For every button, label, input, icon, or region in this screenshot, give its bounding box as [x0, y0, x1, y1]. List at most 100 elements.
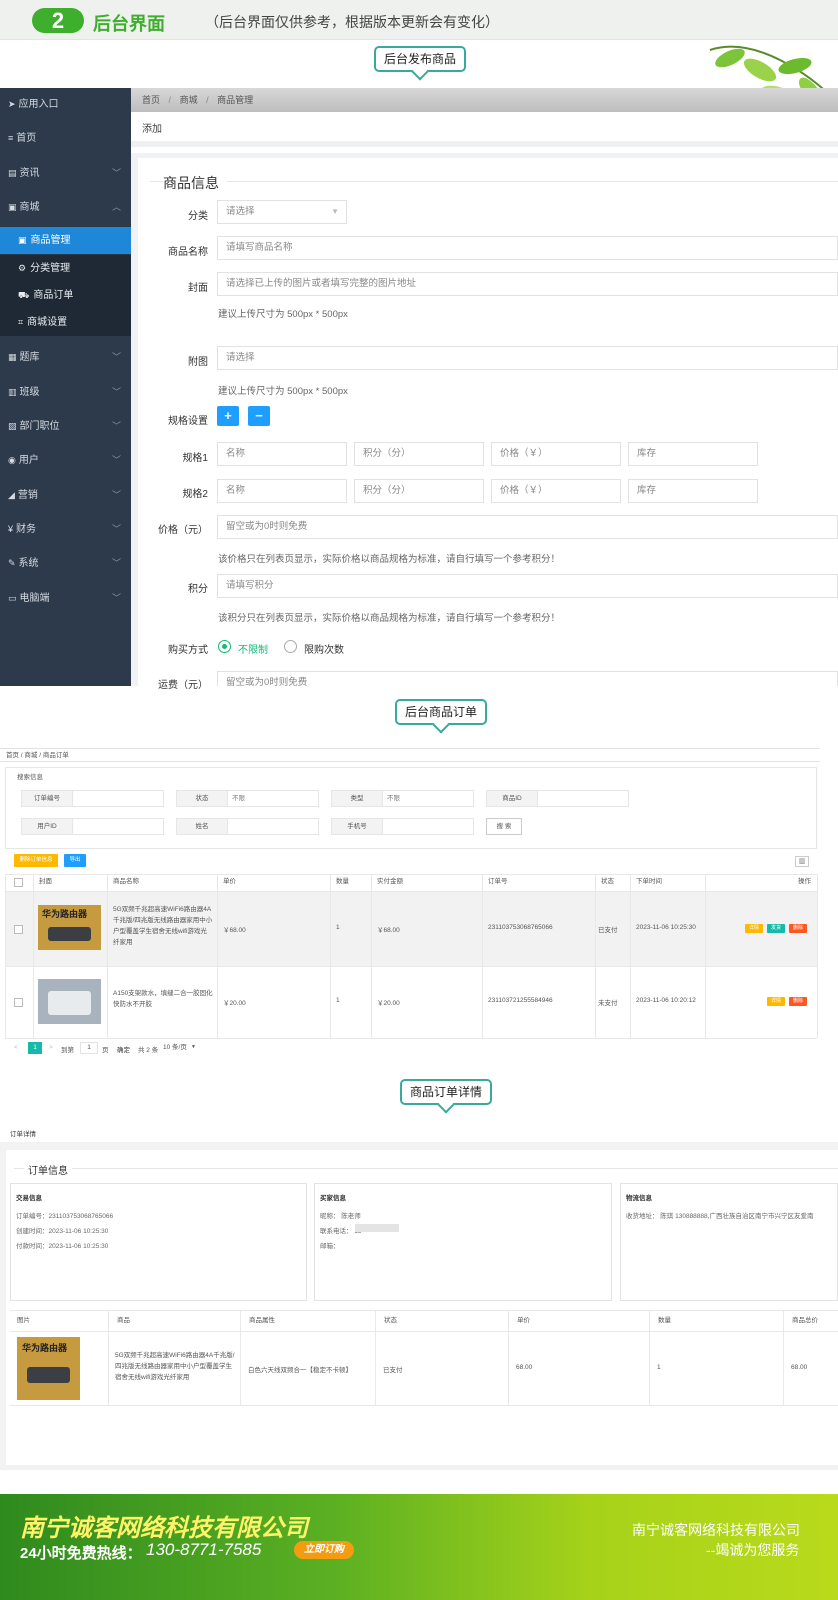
column-header: 订单号: [488, 878, 508, 885]
attach-input[interactable]: 请选择: [217, 346, 838, 370]
table-col-line: [217, 874, 218, 1038]
category-select[interactable]: 请选择 ▼: [217, 200, 347, 224]
footer-order-button[interactable]: 立即订购: [294, 1541, 354, 1559]
delete-orders-button[interactable]: 删除订单信息: [14, 854, 58, 867]
sidebar-item-0[interactable]: ➤ 应用入口: [0, 89, 131, 119]
column-header: 单价: [223, 878, 236, 885]
search-input-3[interactable]: [538, 790, 629, 807]
send-icon: ➤: [8, 99, 16, 109]
cart-icon: ⛟: [18, 290, 30, 300]
sidebar-subitem-0[interactable]: ▣ 商品管理: [0, 227, 131, 254]
pager-goto-input[interactable]: 1: [80, 1042, 98, 1054]
trade-line: 创建时间：2023-11-06 10:25:30: [16, 1228, 109, 1235]
sidebar-item-7[interactable]: ◉ 用户 ﹀: [0, 445, 131, 475]
spec2-price-input[interactable]: 价格（￥）: [491, 479, 621, 503]
action-button-2[interactable]: 删除: [789, 924, 807, 933]
search-button[interactable]: 搜 索: [486, 818, 522, 835]
sidebar-item-label: 系统: [18, 558, 39, 569]
detail-product-thumbnail: 华为路由器: [17, 1337, 80, 1400]
spec1-price-input[interactable]: 价格（￥）: [491, 442, 621, 466]
sidebar-subitem-label: 分类管理: [30, 263, 71, 274]
action-button-0[interactable]: 详情: [767, 997, 785, 1006]
sidebar-subitem-3[interactable]: ⌗ 商城设置: [0, 309, 131, 336]
search-label-1: 状态: [176, 790, 228, 807]
sidebar-item-8[interactable]: ◢ 营销 ﹀: [0, 480, 131, 510]
row-checkbox[interactable]: [14, 925, 23, 934]
detail-col-line: [108, 1310, 109, 1405]
pager-confirm-button[interactable]: 确定: [117, 1044, 130, 1054]
order-time: 2023-11-06 10:20:12: [636, 997, 696, 1004]
detail-column-header: 图片: [17, 1317, 30, 1324]
dept-icon: ▨: [8, 421, 17, 431]
fieldset-title: 商品信息: [163, 173, 227, 193]
search-input-4[interactable]: [73, 818, 164, 835]
trade-line: 订单编号：231103753068765066: [16, 1213, 114, 1220]
price-input[interactable]: 留空或为0时则免费: [217, 515, 838, 539]
paid-amount: ￥68.00: [377, 927, 400, 934]
action-button-1[interactable]: 删除: [789, 997, 807, 1006]
category-value: 请选择: [226, 206, 255, 217]
detail-table-header-border: [10, 1331, 838, 1332]
sidebar-item-5[interactable]: ▥ 班级 ﹀: [0, 377, 131, 407]
pager-prev[interactable]: <: [14, 1044, 18, 1051]
sidebar-subitem-2[interactable]: ⛟ 商品订单: [0, 282, 131, 309]
cover-input[interactable]: 请选择已上传的图片或者填写完整的图片地址: [217, 272, 838, 296]
column-toggle-icon[interactable]: ▥: [795, 856, 809, 867]
sidebar-item-3[interactable]: ▣ 商城 ︿: [0, 192, 131, 222]
action-button-0[interactable]: 详情: [745, 924, 763, 933]
remove-spec-button[interactable]: −: [248, 406, 270, 426]
sidebar-subitem-1[interactable]: ⚙ 分类管理: [0, 255, 131, 282]
points-input[interactable]: 请填写积分: [217, 574, 838, 598]
sidebar-item-6[interactable]: ▨ 部门职位 ﹀: [0, 411, 131, 441]
finance-icon: ¥: [8, 524, 14, 534]
spec2-stock-input[interactable]: 库存: [628, 479, 758, 503]
add-spec-button[interactable]: +: [217, 406, 239, 426]
search-input-1[interactable]: 不限: [228, 790, 319, 807]
banner-subtitle: （后台界面仅供参考，根据版本更新会有变化）: [205, 14, 499, 30]
detail-column-header: 商品: [117, 1317, 130, 1324]
sidebar-item-4[interactable]: ▦ 题库 ﹀: [0, 342, 131, 372]
detail-table-top: [10, 1310, 838, 1311]
pager-current[interactable]: 1: [28, 1042, 42, 1054]
thumbnail-shape: [27, 1367, 70, 1383]
product-name: 5G双频千兆超高速WiFi6路由器4A千兆版/四兆版无线路由器家用中小户型覆盖学…: [113, 906, 213, 946]
radio-limited[interactable]: [284, 640, 297, 653]
chevron-icon: ﹀: [111, 524, 121, 534]
spec1-name-input[interactable]: 名称: [217, 442, 347, 466]
sidebar-item-2[interactable]: ▤ 资讯 ﹀: [0, 158, 131, 188]
freight-input[interactable]: 留空或为0时则免费: [217, 671, 838, 686]
sidebar-item-11[interactable]: ▭ 电脑端 ﹀: [0, 583, 131, 613]
order-status: 未支付: [598, 1000, 618, 1007]
spec2-points-input[interactable]: 积分（分）: [354, 479, 484, 503]
spec1-points-input[interactable]: 积分（分）: [354, 442, 484, 466]
sidebar-item-9[interactable]: ¥ 财务 ﹀: [0, 514, 131, 544]
search-input-2[interactable]: 不限: [383, 790, 474, 807]
search-input-0[interactable]: [73, 790, 164, 807]
table-col-line: [595, 874, 596, 1038]
breadcrumb: 首页 / 商城 / 商品管理: [131, 88, 838, 112]
select-all-checkbox[interactable]: [14, 878, 23, 887]
radio-unlimited[interactable]: [218, 640, 231, 653]
breadcrumb-home[interactable]: 首页: [142, 95, 160, 105]
product-thumbnail: [38, 979, 101, 1024]
breadcrumb-mall[interactable]: 商城: [180, 95, 198, 105]
name-input[interactable]: 请填写商品名称: [217, 236, 838, 260]
row-checkbox[interactable]: [14, 998, 23, 1007]
search-input-6[interactable]: [383, 818, 474, 835]
search-input-5[interactable]: [228, 818, 319, 835]
sidebar-item-10[interactable]: ✎ 系统 ﹀: [0, 548, 131, 578]
search-label-5: 姓名: [176, 818, 228, 835]
chevron-icon: ﹀: [111, 455, 121, 465]
cover-size-hint: 建议上传尺寸为 500px * 500px: [218, 309, 348, 320]
detail-status: 已支付: [383, 1367, 403, 1374]
pager-next[interactable]: >: [49, 1044, 53, 1051]
spec1-stock-input[interactable]: 库存: [628, 442, 758, 466]
export-button[interactable]: 导出: [64, 854, 86, 867]
pager-per-page[interactable]: 10 条/页: [163, 1042, 203, 1054]
spec2-name-input[interactable]: 名称: [217, 479, 347, 503]
sidebar-item-1[interactable]: ≡ 首页: [0, 123, 131, 153]
action-button-1[interactable]: 发货: [767, 924, 785, 933]
chevron-icon: ﹀: [111, 387, 121, 397]
callout-detail: 商品订单详情: [400, 1079, 492, 1105]
detail-column-header: 单价: [517, 1317, 530, 1324]
